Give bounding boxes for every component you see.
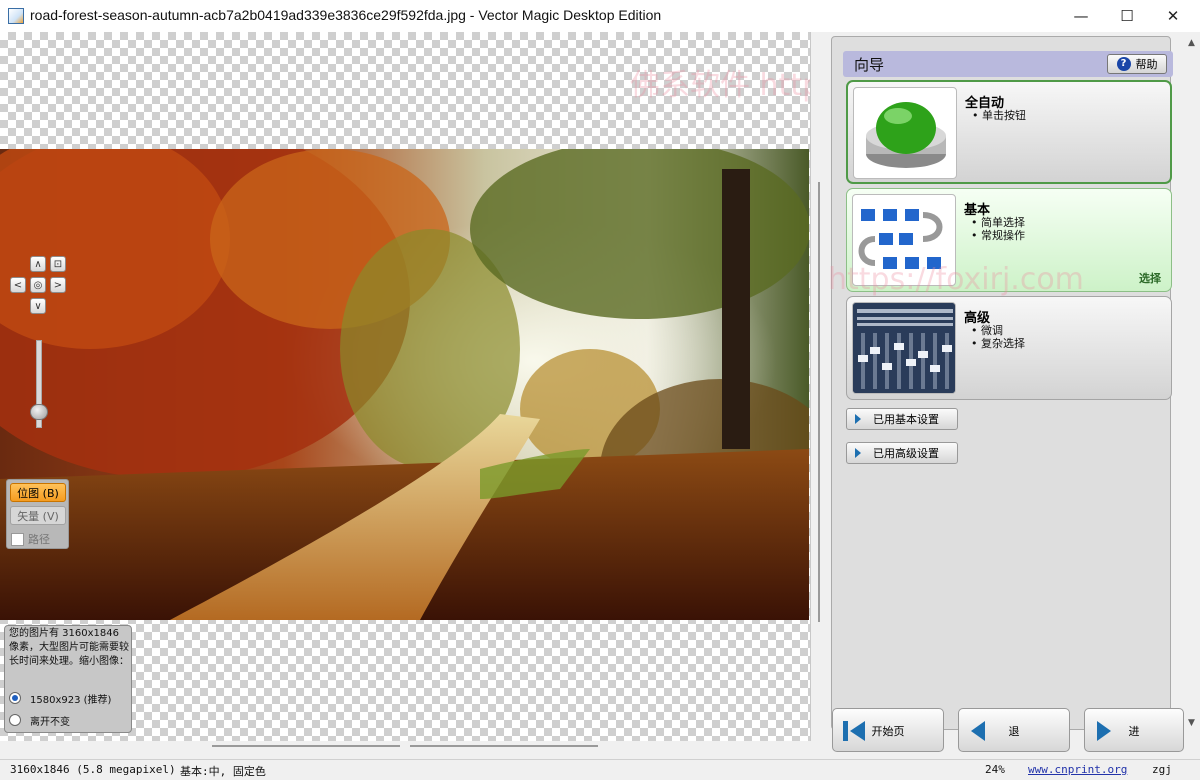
watermark: 佛系软件 https://foxirj.com (630, 60, 810, 104)
wizard-scrollbar[interactable]: ▲ ▼ (1184, 36, 1200, 730)
back-label: 退 (1008, 725, 1020, 738)
play-icon (855, 448, 861, 458)
full-auto-items: • 单击按钮 (972, 109, 1026, 122)
next-button[interactable]: 进 (1084, 708, 1184, 752)
scroll-down-arrow-icon[interactable]: ▼ (1188, 718, 1195, 728)
pan-left-button[interactable]: < (10, 277, 26, 293)
path-label: 路径 (28, 533, 50, 546)
autumn-forest-photo (0, 149, 809, 620)
home-label: 开始页 (871, 725, 905, 738)
use-basic-settings-button[interactable]: 已用基本设置 (846, 408, 958, 430)
zoom-level: 24% (985, 763, 1005, 776)
advanced-item-text: 微调 (981, 324, 1003, 337)
pan-right-button[interactable]: > (50, 277, 66, 293)
help-label: 帮助 (1135, 58, 1158, 71)
mode-info: 基本:中, 固定色 (180, 765, 266, 778)
advanced-item: • 微调 (971, 324, 1003, 337)
pan-up-button[interactable]: ∧ (30, 256, 46, 272)
minimize-button[interactable]: — (1058, 0, 1104, 32)
home-button[interactable]: 开始页 (832, 708, 944, 752)
image-canvas[interactable]: ∧ ⊡ < ◎ > ∨ 位图 (B) 矢量 (V) 路径 您的图片有 3160x… (0, 32, 810, 741)
path-checkbox[interactable] (11, 532, 24, 546)
image-info: 3160x1846 (5.8 megapixel) (10, 763, 176, 776)
watermark-text: 佛系软件 https://foxirj.com (630, 68, 810, 103)
path-checkbox-row[interactable]: 路径 (11, 531, 50, 547)
full-auto-item: • 单击按钮 (972, 109, 1026, 122)
zoom-fit-button[interactable]: ⊡ (50, 256, 66, 272)
title-bar: road-forest-season-autumn-acb7a2b0419ad3… (0, 0, 1200, 33)
window-title: road-forest-season-autumn-acb7a2b0419ad3… (30, 7, 662, 23)
center-button[interactable]: ◎ (30, 277, 46, 293)
vector-mode-button[interactable]: 矢量 (V) (10, 506, 66, 525)
wizard-title: 向导 (854, 56, 885, 74)
advanced-card[interactable]: 高级 • 微调 • 复杂选择 (846, 296, 1172, 400)
view-mode-panel: 位图 (B) 矢量 (V) 路径 (6, 479, 69, 549)
help-button[interactable]: ? 帮助 (1107, 54, 1167, 74)
bitmap-mode-button[interactable]: 位图 (B) (10, 483, 66, 502)
use-advanced-settings-label: 已用高级设置 (873, 447, 939, 460)
pan-down-button[interactable]: ∨ (30, 298, 46, 314)
downscale-option-recommended-label[interactable]: 1580x923 (推荐) (30, 691, 111, 706)
full-auto-item-text: 单击按钮 (982, 109, 1026, 122)
help-icon: ? (1116, 57, 1131, 71)
basic-item-text: 简单选择 (981, 216, 1025, 229)
downscale-radio-keep[interactable] (9, 714, 21, 726)
wizard-frame: 向导 ? 帮助 全自动 • 单击按钮 基本 • 简单选择 • 常规操作 选择 高… (831, 36, 1173, 730)
wizard-panel: 向导 ? 帮助 全自动 • 单击按钮 基本 • 简单选择 • 常规操作 选择 高… (828, 32, 1200, 752)
scroll-up-arrow-icon[interactable]: ▲ (1188, 38, 1195, 48)
app-icon (8, 8, 24, 24)
basic-item: • 常规操作 (971, 229, 1025, 242)
advanced-items: • 微调 • 复杂选择 (971, 324, 1025, 350)
advanced-item-text: 复杂选择 (981, 337, 1025, 350)
basic-select-label[interactable]: 选择 (1139, 270, 1161, 286)
downscale-message: 您的图片有 3160x1846 像素，大型图片可能需要较长时间来处理。缩小图像： (9, 628, 129, 667)
play-icon (855, 414, 861, 424)
splitter-grip[interactable] (818, 182, 820, 622)
use-advanced-settings-button[interactable]: 已用高级设置 (846, 442, 958, 464)
advanced-item: • 复杂选择 (971, 337, 1025, 350)
wizard-header: 向导 ? 帮助 (843, 51, 1173, 77)
status-bar: 3160x1846 (5.8 megapixel) 基本:中, 固定色 24% … (0, 759, 1200, 780)
basic-item: • 简单选择 (971, 216, 1025, 229)
pan-zoom-controls: ∧ ⊡ < ◎ > ∨ (6, 254, 76, 428)
horizontal-scroll-indicator-left[interactable] (212, 745, 400, 747)
mixer-icon (852, 302, 956, 394)
downscale-option-keep-label[interactable]: 离开不变 (30, 713, 70, 728)
basic-items: • 简单选择 • 常规操作 (971, 216, 1025, 242)
basic-card[interactable]: 基本 • 简单选择 • 常规操作 选择 (846, 188, 1172, 292)
full-auto-card[interactable]: 全自动 • 单击按钮 (846, 80, 1172, 184)
zoom-slider-thumb[interactable] (30, 404, 48, 420)
user-name: zgj (1152, 763, 1172, 776)
use-basic-settings-label: 已用基本设置 (873, 413, 939, 426)
panel-splitter[interactable] (810, 32, 828, 741)
next-label: 进 (1128, 725, 1140, 738)
green-button-icon (853, 87, 957, 179)
horizontal-scroll-indicator-right[interactable] (410, 745, 598, 747)
back-button[interactable]: 退 (958, 708, 1070, 752)
basic-item-text: 常规操作 (981, 229, 1025, 242)
downscale-prompt: 您的图片有 3160x1846 像素，大型图片可能需要较长时间来处理。缩小图像：… (4, 625, 132, 733)
downscale-radio-recommended[interactable] (9, 692, 21, 704)
flowchart-icon (852, 194, 956, 286)
close-button[interactable]: ✕ (1150, 0, 1196, 32)
website-link[interactable]: www.cnprint.org (1028, 763, 1127, 776)
maximize-button[interactable]: ☐ (1104, 0, 1150, 32)
